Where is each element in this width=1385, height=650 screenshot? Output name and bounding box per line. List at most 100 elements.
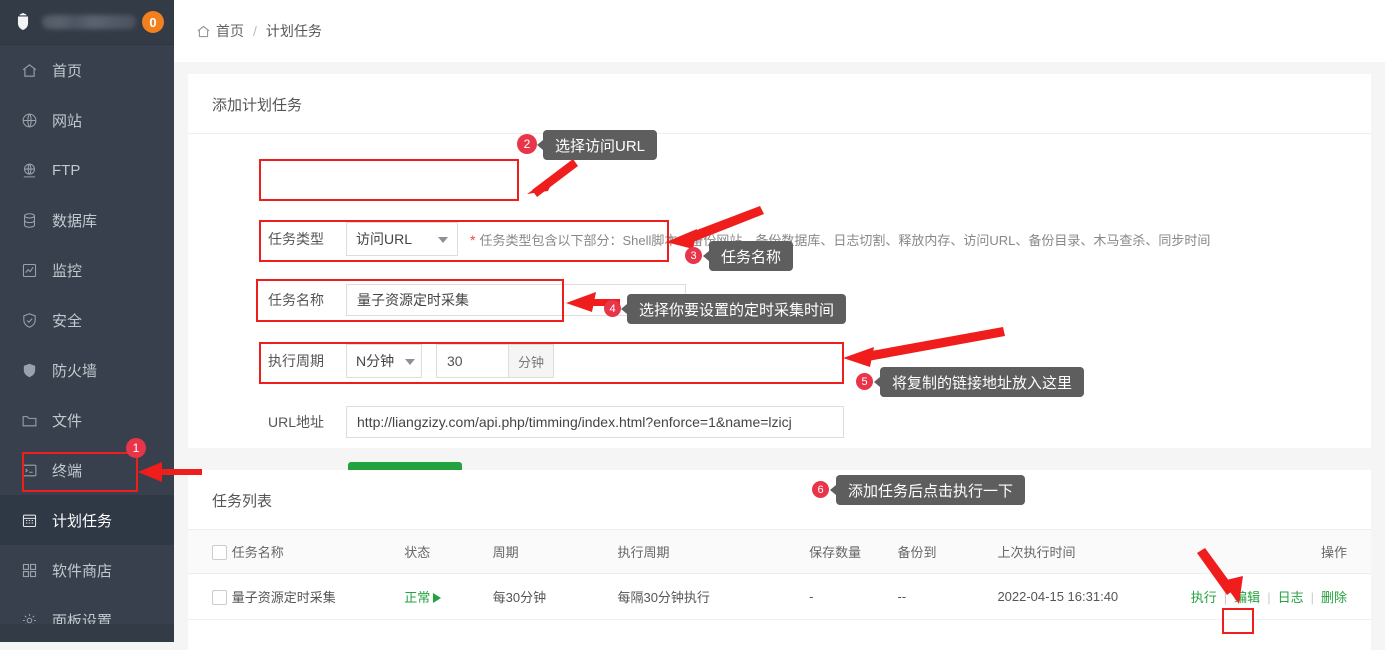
sidebar-item-database[interactable]: 数据库 (0, 195, 174, 245)
folder-icon (20, 411, 38, 429)
run-link[interactable]: 执行 (1191, 590, 1217, 605)
cell-cycle: 每30分钟 (493, 574, 618, 620)
cell-operations: 执行 | 编辑 | 日志 | 删除 (1191, 574, 1371, 620)
calendar-icon (20, 511, 38, 529)
sidebar-item-label: 防火墙 (52, 360, 97, 381)
status-badge: 正常 (404, 590, 430, 605)
exec-cycle-label: 执行周期 (268, 351, 346, 371)
sidebar-item-label: 计划任务 (52, 510, 112, 531)
sidebar-item-website[interactable]: 网站 (0, 95, 174, 145)
sidebar-item-label: 终端 (52, 460, 82, 481)
field-task-name: 任务名称 (268, 284, 686, 316)
breadcrumb-separator: / (253, 23, 257, 39)
row-checkbox[interactable] (212, 590, 227, 605)
sidebar-item-label: 文件 (52, 410, 82, 431)
delete-link[interactable]: 删除 (1321, 590, 1347, 605)
home-icon (20, 61, 38, 79)
sidebar-item-security[interactable]: 安全 (0, 295, 174, 345)
play-icon[interactable] (433, 593, 441, 603)
panel-title-add-task: 添加计划任务 (188, 74, 1371, 134)
op-divider: | (1267, 590, 1270, 605)
breadcrumb-current: 计划任务 (266, 21, 322, 41)
sidebar-item-label: FTP (52, 162, 80, 179)
sidebar-item-terminal[interactable]: 终端 (0, 445, 174, 495)
cell-task-name: 量子资源定时采集 (232, 574, 404, 620)
log-link[interactable]: 日志 (1278, 590, 1304, 605)
main-content: 首页 / 计划任务 添加计划任务 任务类型 访问URL * 任务类型包含以下部分：… (174, 0, 1385, 642)
sidebar: 0 首页 网站 FTP 数据库 监控 安全 防火墙 文件 终端 计划任务 (0, 0, 174, 642)
url-input[interactable] (346, 406, 844, 438)
add-cron-task-panel: 添加计划任务 任务类型 访问URL * 任务类型包含以下部分：Shell脚本、备份… (188, 74, 1371, 448)
home-icon (196, 24, 211, 39)
brand-header: 0 (0, 0, 174, 45)
sidebar-item-label: 安全 (52, 310, 82, 331)
column-select-all (188, 530, 232, 574)
cycle-unit-label: 分钟 (508, 344, 554, 378)
cell-exec-cycle: 每隔30分钟执行 (617, 574, 809, 620)
sidebar-item-label: 数据库 (52, 210, 97, 231)
task-type-select[interactable]: 访问URL (346, 222, 458, 256)
column-exec-cycle: 执行周期 (617, 530, 809, 574)
sidebar-item-home[interactable]: 首页 (0, 45, 174, 95)
column-name: 任务名称 (232, 530, 404, 574)
field-task-type: 任务类型 访问URL * 任务类型包含以下部分：Shell脚本、备份网站、备份数据… (268, 222, 1210, 256)
required-mark: * (470, 232, 475, 248)
sidebar-item-files[interactable]: 文件 (0, 395, 174, 445)
brand-name-masked (42, 15, 136, 29)
column-keep-count: 保存数量 (809, 530, 897, 574)
task-type-hint-text: 任务类型包含以下部分：Shell脚本、备份网站、备份数据库、日志切割、释放内存、… (479, 233, 1210, 248)
op-divider: | (1224, 590, 1227, 605)
shield-icon (12, 11, 34, 33)
cell-last-run: 2022-04-15 16:31:40 (997, 574, 1190, 620)
sidebar-item-ftp[interactable]: FTP (0, 145, 174, 195)
task-name-label: 任务名称 (268, 290, 346, 310)
ftp-globe-icon (20, 161, 38, 179)
terminal-icon (20, 461, 38, 479)
column-operations: 操作 (1191, 530, 1371, 574)
cycle-amount-group: 分钟 (436, 344, 554, 378)
cell-backup-to: -- (898, 574, 998, 620)
breadcrumb: 首页 / 计划任务 (174, 0, 1385, 62)
sidebar-item-label: 网站 (52, 110, 82, 131)
sidebar-bottom-strip (0, 624, 174, 642)
cell-keep-count: - (809, 574, 897, 620)
task-list-panel: 任务列表 任务名称 状态 周期 执行周期 保存数量 备份到 上次执行时间 操作 (188, 470, 1371, 650)
task-type-value: 访问URL (356, 229, 412, 249)
field-exec-cycle: 执行周期 N分钟 分钟 (268, 344, 554, 378)
op-divider: | (1311, 590, 1314, 605)
column-last-run: 上次执行时间 (997, 530, 1190, 574)
breadcrumb-home-link[interactable]: 首页 (216, 21, 244, 41)
table-header-row: 任务名称 状态 周期 执行周期 保存数量 备份到 上次执行时间 操作 (188, 530, 1371, 574)
database-icon (20, 211, 38, 229)
chart-monitor-icon (20, 261, 38, 279)
cycle-amount-input[interactable] (436, 344, 508, 378)
shield-check-icon (20, 311, 38, 329)
cycle-type-value: N分钟 (356, 351, 394, 371)
cycle-type-select[interactable]: N分钟 (346, 344, 422, 378)
notification-badge[interactable]: 0 (142, 11, 164, 33)
field-url: URL地址 (268, 406, 844, 438)
column-status: 状态 (404, 530, 492, 574)
sidebar-item-appstore[interactable]: 软件商店 (0, 545, 174, 595)
column-backup-to: 备份到 (898, 530, 998, 574)
select-all-checkbox[interactable] (212, 545, 227, 560)
sidebar-item-cron[interactable]: 计划任务 (0, 495, 174, 545)
task-type-hint: * 任务类型包含以下部分：Shell脚本、备份网站、备份数据库、日志切割、释放内存… (470, 230, 1210, 249)
chevron-down-icon (405, 359, 415, 365)
task-name-input[interactable] (346, 284, 686, 316)
column-cycle: 周期 (493, 530, 618, 574)
globe-icon (20, 111, 38, 129)
row-select-cell (188, 574, 232, 620)
chevron-down-icon (438, 237, 448, 243)
panel-title-task-list: 任务列表 (188, 470, 1371, 529)
grid-apps-icon (20, 561, 38, 579)
table-row: 量子资源定时采集 正常 每30分钟 每隔30分钟执行 - -- 2022-04-… (188, 574, 1371, 620)
sidebar-item-label: 软件商店 (52, 560, 112, 581)
sidebar-item-monitor[interactable]: 监控 (0, 245, 174, 295)
firewall-shield-icon (20, 361, 38, 379)
url-label: URL地址 (268, 412, 346, 432)
sidebar-item-firewall[interactable]: 防火墙 (0, 345, 174, 395)
task-type-label: 任务类型 (268, 229, 346, 249)
cell-status: 正常 (404, 574, 492, 620)
edit-link[interactable]: 编辑 (1234, 590, 1260, 605)
